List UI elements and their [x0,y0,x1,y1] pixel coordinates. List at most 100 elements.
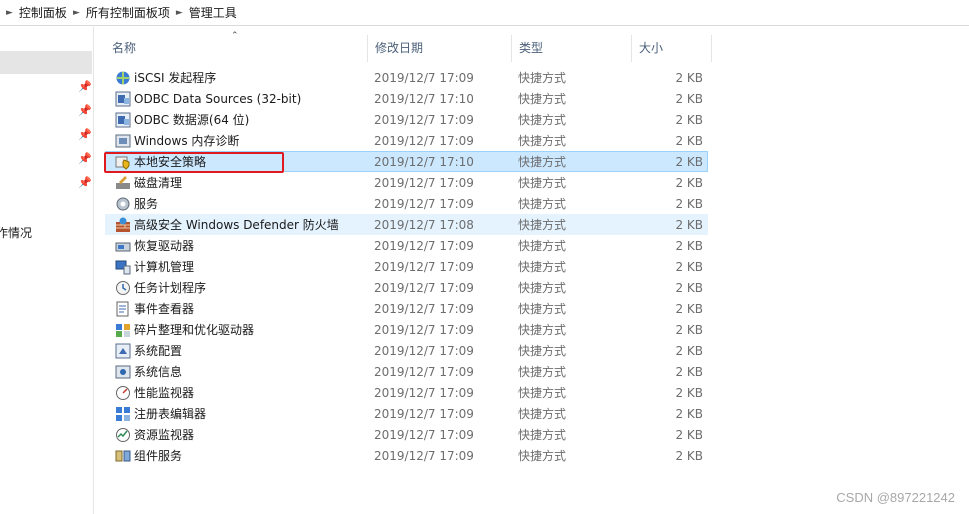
pin-icon[interactable]: 📌 [78,105,92,117]
file-modified-date: 2019/12/7 17:09 [374,113,474,127]
nav-item-label[interactable]: 作情况 [0,224,32,241]
file-type: 快捷方式 [518,113,567,127]
list-item[interactable]: 碎片整理和优化驱动器 2019/12/7 17:09 快捷方式 2 KB [105,319,708,340]
file-name: 事件查看器 [134,302,195,316]
file-name: 注册表编辑器 [134,407,207,421]
chevron-right-icon[interactable]: ► [176,8,183,18]
performance-monitor-icon [115,385,131,401]
list-item[interactable]: 性能监视器 2019/12/7 17:09 快捷方式 2 KB [105,382,708,403]
breadcrumb: ► 控制面板 ► 所有控制面板项 ► 管理工具 [0,0,237,26]
file-name: 碎片整理和优化驱动器 [134,323,255,337]
navigation-pane[interactable]: 📌 📌 📌 📌 📌 作情况 [0,27,94,514]
nav-selected-item[interactable] [0,51,92,74]
pin-icon[interactable]: 📌 [78,153,92,165]
file-size: 2 KB [675,344,703,358]
file-modified-date: 2019/12/7 17:09 [374,365,474,379]
file-size: 2 KB [675,365,703,379]
column-headers: ⌃ 名称 修改日期 类型 大小 [105,31,712,62]
list-item[interactable]: 本地安全策略 2019/12/7 17:10 快捷方式 2 KB [105,151,708,172]
list-item[interactable]: Windows 内存诊断 2019/12/7 17:09 快捷方式 2 KB [105,130,708,151]
column-header-type[interactable]: 类型 [512,35,632,62]
list-item[interactable]: 注册表编辑器 2019/12/7 17:09 快捷方式 2 KB [105,403,708,424]
file-name: 服务 [134,197,159,211]
list-item[interactable]: 恢复驱动器 2019/12/7 17:09 快捷方式 2 KB [105,235,708,256]
file-name: 资源监视器 [134,428,195,442]
file-type: 快捷方式 [518,344,567,358]
file-type: 快捷方式 [518,428,567,442]
resource-monitor-icon [115,427,131,443]
file-modified-date: 2019/12/7 17:09 [374,407,474,421]
file-name: ODBC Data Sources (32-bit) [134,92,302,106]
file-size: 2 KB [675,323,703,337]
list-item[interactable]: 资源监视器 2019/12/7 17:09 快捷方式 2 KB [105,424,708,445]
computer-management-icon [115,259,131,275]
file-modified-date: 2019/12/7 17:09 [374,302,474,316]
file-size: 2 KB [675,113,703,127]
file-modified-date: 2019/12/7 17:09 [374,134,474,148]
security-policy-icon [115,154,131,170]
file-size: 2 KB [675,428,703,442]
services-icon [115,196,131,212]
pin-icon[interactable]: 📌 [78,81,92,93]
pin-icon[interactable]: 📌 [78,177,92,189]
file-size: 2 KB [675,260,703,274]
file-name: 任务计划程序 [134,281,207,295]
file-type: 快捷方式 [518,365,567,379]
file-size: 2 KB [675,386,703,400]
breadcrumb-item-all-items[interactable]: 所有控制面板项 [86,4,170,21]
address-bar[interactable]: ► 控制面板 ► 所有控制面板项 ► 管理工具 [0,0,969,26]
file-type: 快捷方式 [518,323,567,337]
list-item[interactable]: 事件查看器 2019/12/7 17:09 快捷方式 2 KB [105,298,708,319]
file-size: 2 KB [675,449,703,463]
file-name: 本地安全策略 [134,155,207,169]
system-config-icon [115,343,131,359]
file-type: 快捷方式 [518,239,567,253]
list-item[interactable]: 服务 2019/12/7 17:09 快捷方式 2 KB [105,193,708,214]
column-header-date[interactable]: 修改日期 [368,35,512,62]
file-name: ODBC 数据源(64 位) [134,113,250,127]
file-type: 快捷方式 [518,386,567,400]
breadcrumb-item-admin-tools[interactable]: 管理工具 [189,4,237,21]
file-name: 系统配置 [134,344,183,358]
file-size: 2 KB [675,218,703,232]
list-item[interactable]: 系统信息 2019/12/7 17:09 快捷方式 2 KB [105,361,708,382]
file-name: 性能监视器 [134,386,195,400]
list-item[interactable]: ODBC 数据源(64 位) 2019/12/7 17:09 快捷方式 2 KB [105,109,708,130]
file-type: 快捷方式 [518,260,567,274]
odbc-icon [115,112,131,128]
registry-editor-icon [115,406,131,422]
list-item[interactable]: iSCSI 发起程序 2019/12/7 17:09 快捷方式 2 KB [105,67,708,88]
file-type: 快捷方式 [518,449,567,463]
chevron-right-icon[interactable]: ► [6,8,13,18]
file-name: iSCSI 发起程序 [134,71,217,85]
breadcrumb-item-control-panel[interactable]: 控制面板 [19,4,67,21]
file-size: 2 KB [675,155,703,169]
list-item[interactable]: 系统配置 2019/12/7 17:09 快捷方式 2 KB [105,340,708,361]
column-header-name[interactable]: 名称 [105,35,368,62]
file-modified-date: 2019/12/7 17:09 [374,176,474,190]
pin-icon[interactable]: 📌 [78,129,92,141]
list-item[interactable]: 任务计划程序 2019/12/7 17:09 快捷方式 2 KB [105,277,708,298]
file-name: 计算机管理 [134,260,195,274]
file-modified-date: 2019/12/7 17:09 [374,197,474,211]
file-type: 快捷方式 [518,218,567,232]
firewall-icon [115,217,131,233]
file-size: 2 KB [675,197,703,211]
file-type: 快捷方式 [518,134,567,148]
odbc-icon [115,91,131,107]
list-item[interactable]: 计算机管理 2019/12/7 17:09 快捷方式 2 KB [105,256,708,277]
file-modified-date: 2019/12/7 17:09 [374,239,474,253]
list-item[interactable]: 磁盘清理 2019/12/7 17:09 快捷方式 2 KB [105,172,708,193]
file-modified-date: 2019/12/7 17:09 [374,386,474,400]
file-name: Windows 内存诊断 [134,134,240,148]
chevron-right-icon[interactable]: ► [73,8,80,18]
file-modified-date: 2019/12/7 17:09 [374,428,474,442]
file-modified-date: 2019/12/7 17:08 [374,218,474,232]
list-item[interactable]: ODBC Data Sources (32-bit) 2019/12/7 17:1… [105,88,708,109]
file-size: 2 KB [675,407,703,421]
defrag-icon [115,322,131,338]
list-item[interactable]: 高级安全 Windows Defender 防火墙 2019/12/7 17:08… [105,214,708,235]
column-header-size[interactable]: 大小 [632,35,712,62]
list-item[interactable]: 组件服务 2019/12/7 17:09 快捷方式 2 KB [105,445,708,466]
task-scheduler-icon [115,280,131,296]
